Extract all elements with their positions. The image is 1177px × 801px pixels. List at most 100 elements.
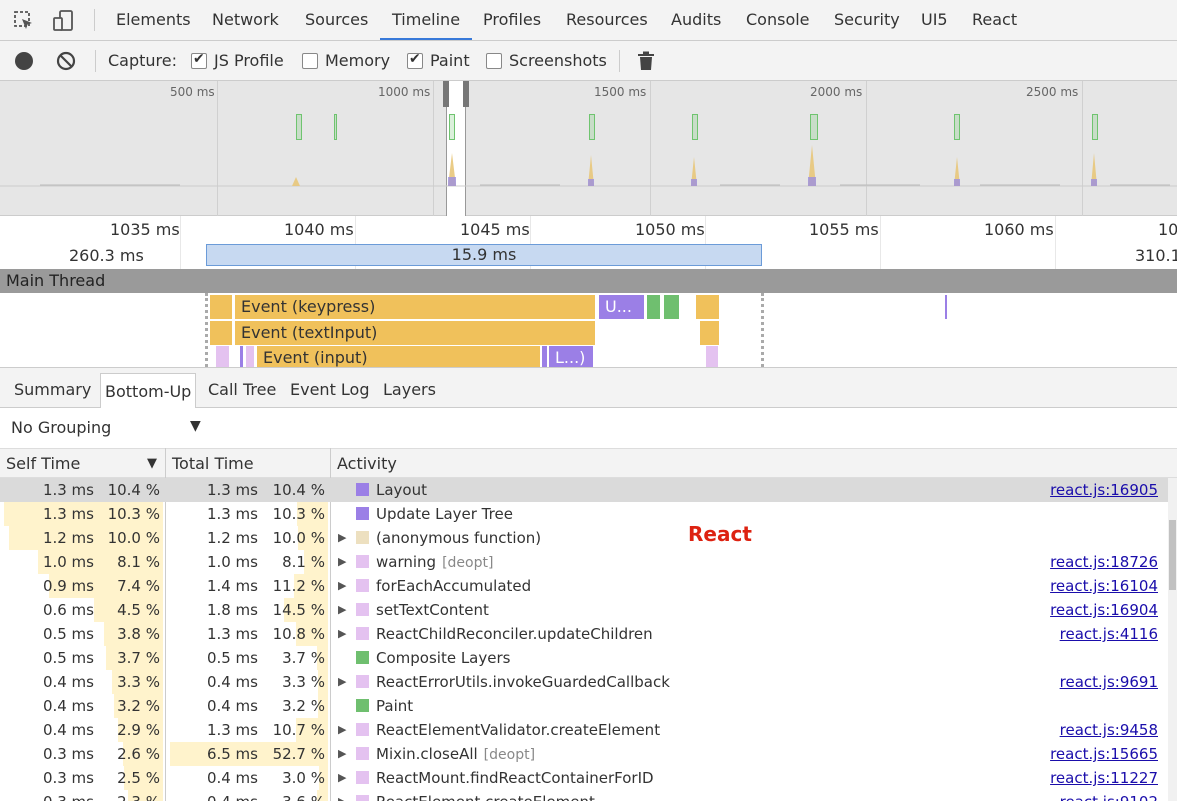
table-row[interactable]: 1.3 ms 10.4 % 1.3 ms 10.4 % Layout react.js:1… — [0, 478, 1168, 502]
memory-label[interactable]: Memory — [325, 41, 390, 81]
flame-event[interactable] — [210, 321, 232, 345]
flame-event-layout[interactable]: L...) — [549, 346, 593, 367]
source-link[interactable]: react.js:16904 — [1050, 598, 1158, 622]
sort-descending-icon[interactable]: ▼ — [147, 449, 157, 478]
table-row[interactable]: 0.3 ms 2.5 % 0.4 ms 3.0 % ▶ ReactMount.findRe… — [0, 766, 1168, 790]
flame-event[interactable] — [240, 346, 243, 367]
table-row[interactable]: 0.3 ms 2.6 % 6.5 ms 52.7 % ▶ Mixin.closeAll [d… — [0, 742, 1168, 766]
activity-name: (anonymous function) — [376, 526, 541, 550]
flame-event[interactable] — [700, 321, 719, 345]
table-scrollbar-thumb[interactable] — [1169, 520, 1176, 590]
source-link[interactable]: react.js:16905 — [1050, 478, 1158, 502]
tab-bottom-up[interactable]: Bottom-Up — [100, 373, 197, 409]
total-time-ms: 1.8 ms — [206, 601, 258, 619]
flame-event-update[interactable]: U... — [599, 295, 644, 319]
table-row[interactable]: 0.6 ms 4.5 % 1.8 ms 14.5 % ▶ setTextContent re… — [0, 598, 1168, 622]
tab-summary[interactable]: Summary — [14, 368, 91, 408]
flame-event-paint[interactable] — [664, 295, 679, 319]
tab-ui5[interactable]: UI5 — [921, 0, 948, 40]
tab-resources[interactable]: Resources — [566, 0, 648, 40]
tab-event-log[interactable]: Event Log — [290, 368, 370, 408]
tab-profiles[interactable]: Profiles — [483, 0, 541, 40]
expand-arrow-icon[interactable]: ▶ — [338, 598, 346, 622]
js-profile-label[interactable]: JS Profile — [214, 41, 284, 81]
self-time-header[interactable]: Self Time — [0, 449, 165, 478]
source-link[interactable]: react.js:16104 — [1050, 574, 1158, 598]
expand-arrow-icon[interactable]: ▶ — [338, 574, 346, 598]
screenshots-checkbox[interactable] — [486, 53, 502, 69]
tab-sources[interactable]: Sources — [305, 0, 368, 40]
timeline-overview[interactable]: 500 ms 1000 ms 1500 ms 2000 ms 2500 ms — [0, 81, 1177, 216]
source-link[interactable]: react.js:4116 — [1060, 622, 1158, 646]
trash-icon[interactable] — [637, 51, 655, 75]
js-profile-checkbox[interactable] — [191, 51, 207, 69]
table-row[interactable]: 0.4 ms 3.2 % 0.4 ms 3.2 % Paint — [0, 694, 1168, 718]
screenshots-label[interactable]: Screenshots — [509, 41, 607, 81]
flame-event-input[interactable]: Event (input) — [257, 346, 540, 367]
tab-audits[interactable]: Audits — [671, 0, 721, 40]
flame-chart[interactable]: Event (keypress) U... Event (textInput) … — [0, 293, 1177, 367]
source-link[interactable]: react.js:9691 — [1060, 670, 1158, 694]
timeline-ruler: 1035 ms 1040 ms 1045 ms 1050 ms 1055 ms … — [0, 216, 1177, 366]
flame-event[interactable] — [216, 346, 229, 367]
selection-duration[interactable]: 15.9 ms — [206, 244, 762, 266]
grouping-select[interactable]: No Grouping ▼ — [0, 408, 1177, 448]
flame-event[interactable] — [210, 295, 232, 319]
source-link[interactable]: react.js:18726 — [1050, 550, 1158, 574]
flame-event[interactable] — [945, 295, 947, 319]
overview-tick: 500 ms — [170, 85, 215, 99]
table-row[interactable]: 0.9 ms 7.4 % 1.4 ms 11.2 % ▶ forEachAccumulat… — [0, 574, 1168, 598]
total-time-header[interactable]: Total Time — [166, 449, 254, 478]
main-thread-header[interactable]: Main Thread — [0, 269, 1177, 293]
overview-left-handle[interactable] — [443, 81, 449, 107]
source-link[interactable]: react.js:9102 — [1060, 790, 1158, 801]
ruler-tick: 10 — [1158, 220, 1177, 239]
overview-right-handle[interactable] — [463, 81, 469, 107]
flame-event-keypress[interactable]: Event (keypress) — [235, 295, 595, 319]
tab-security[interactable]: Security — [834, 0, 900, 40]
table-row[interactable]: 1.0 ms 8.1 % 1.0 ms 8.1 % ▶ warning [deopt] rea… — [0, 550, 1168, 574]
expand-arrow-icon[interactable]: ▶ — [338, 766, 346, 790]
tab-react[interactable]: React — [972, 0, 1017, 40]
expand-arrow-icon[interactable]: ▶ — [338, 790, 346, 801]
memory-checkbox[interactable] — [302, 53, 318, 69]
table-row[interactable]: 0.4 ms 3.3 % 0.4 ms 3.3 % ▶ ReactErrorUtils.i… — [0, 670, 1168, 694]
table-row[interactable]: 0.5 ms 3.8 % 1.3 ms 10.8 % ▶ ReactChildReconc… — [0, 622, 1168, 646]
expand-arrow-icon[interactable]: ▶ — [338, 550, 346, 574]
table-row[interactable]: 0.5 ms 3.7 % 0.5 ms 3.7 % Composite Layers — [0, 646, 1168, 670]
flame-event[interactable] — [542, 346, 547, 367]
tab-call-tree[interactable]: Call Tree — [208, 368, 276, 408]
expand-arrow-icon[interactable]: ▶ — [338, 622, 346, 646]
device-mode-icon[interactable] — [52, 9, 76, 33]
table-row[interactable]: 0.3 ms 2.3 % 0.4 ms 3.6 % ▶ ReactElement.crea… — [0, 790, 1168, 801]
table-row[interactable]: 0.4 ms 2.9 % 1.3 ms 10.7 % ▶ ReactElementVali… — [0, 718, 1168, 742]
source-link[interactable]: react.js:9458 — [1060, 718, 1158, 742]
activity-header[interactable]: Activity — [331, 449, 397, 478]
expand-arrow-icon[interactable]: ▶ — [338, 742, 346, 766]
clear-icon[interactable] — [56, 51, 76, 75]
bottom-up-table[interactable]: 1.3 ms 10.4 % 1.3 ms 10.4 % Layout react.js:1… — [0, 478, 1168, 801]
flame-event[interactable] — [696, 295, 719, 319]
flame-event[interactable] — [246, 346, 254, 367]
expand-arrow-icon[interactable]: ▶ — [338, 670, 346, 694]
expand-arrow-icon[interactable]: ▶ — [338, 526, 346, 550]
activity-label: Layout — [376, 481, 427, 499]
tab-elements[interactable]: Elements — [116, 0, 191, 40]
flame-event-paint[interactable] — [647, 295, 660, 319]
tab-console[interactable]: Console — [746, 0, 810, 40]
activity-name: Layout — [376, 478, 427, 502]
table-row[interactable]: 1.2 ms 10.0 % 1.2 ms 10.0 % ▶ (anonymous func… — [0, 526, 1168, 550]
tab-layers[interactable]: Layers — [383, 368, 436, 408]
source-link[interactable]: react.js:15665 — [1050, 742, 1158, 766]
expand-arrow-icon[interactable]: ▶ — [338, 718, 346, 742]
tab-timeline[interactable]: Timeline — [380, 0, 473, 40]
flame-event[interactable] — [706, 346, 718, 367]
paint-checkbox[interactable] — [407, 51, 423, 69]
flame-event-textinput[interactable]: Event (textInput) — [235, 321, 595, 345]
paint-label[interactable]: Paint — [430, 41, 470, 81]
source-link[interactable]: react.js:11227 — [1050, 766, 1158, 790]
inspect-element-icon[interactable] — [12, 9, 36, 33]
tab-network[interactable]: Network — [212, 0, 279, 40]
table-row[interactable]: 1.3 ms 10.3 % 1.3 ms 10.3 % Update Layer Tre… — [0, 502, 1168, 526]
record-icon[interactable] — [15, 52, 33, 70]
